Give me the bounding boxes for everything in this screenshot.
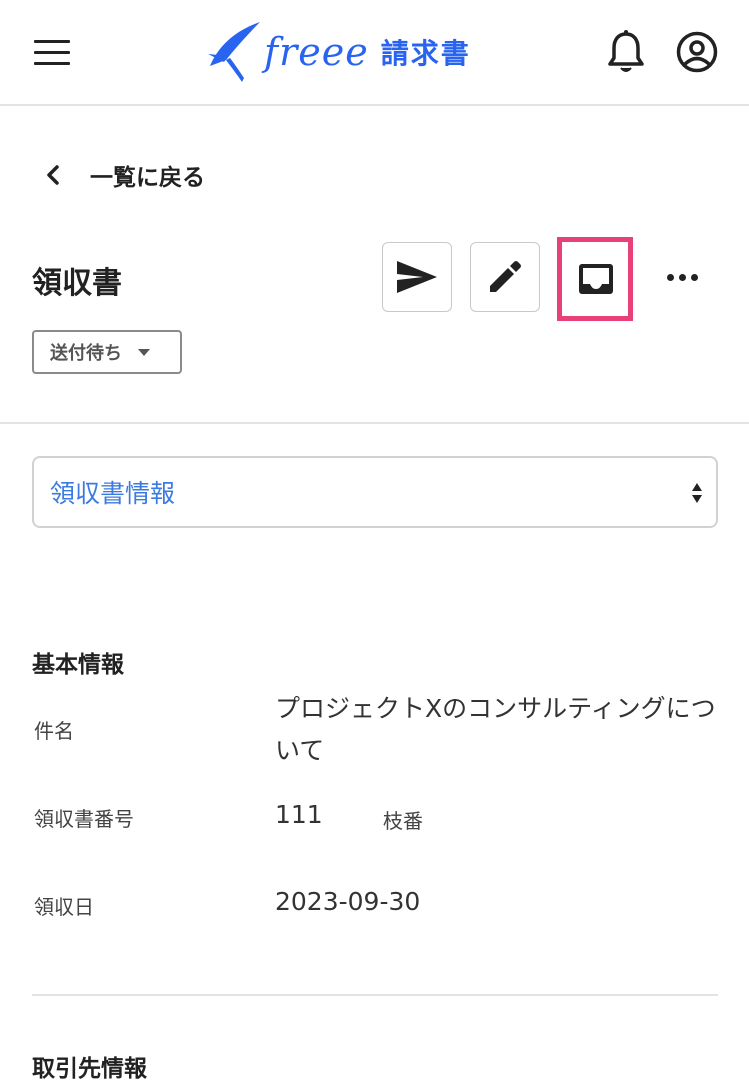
caret-down-icon xyxy=(138,348,150,356)
bell-icon[interactable] xyxy=(606,30,646,74)
back-label: 一覧に戻る xyxy=(90,165,205,191)
hamburger-menu-icon[interactable] xyxy=(34,40,70,66)
status-dropdown[interactable]: 送付待ち xyxy=(32,330,182,374)
section-heading-partner-info: 取引先情報 xyxy=(32,1056,147,1082)
receipt-date-value: 2023-09-30 xyxy=(275,887,421,916)
status-label: 送付待ち xyxy=(50,343,122,364)
page-title: 領収書 xyxy=(32,266,122,301)
back-to-list-link[interactable]: 一覧に戻る xyxy=(46,155,205,195)
section-select[interactable]: 領収書情報 xyxy=(32,456,718,528)
bird-logo-icon xyxy=(208,22,260,82)
subject-value: プロジェクトXのコンサルティングについて xyxy=(275,694,716,765)
highlight-box xyxy=(557,237,633,321)
more-options-icon[interactable] xyxy=(660,262,704,292)
app-logo[interactable]: freee 請求書 xyxy=(206,20,471,84)
sort-arrows-icon xyxy=(692,483,702,503)
send-icon xyxy=(397,261,437,293)
branch-number-label: 枝番 xyxy=(383,809,423,833)
pencil-icon xyxy=(490,261,521,292)
receipt-date-label: 領収日 xyxy=(34,895,94,919)
divider xyxy=(32,994,718,996)
user-account-icon[interactable] xyxy=(676,31,718,73)
send-button[interactable] xyxy=(382,242,452,312)
product-name: 請求書 xyxy=(380,37,471,70)
chevron-left-icon xyxy=(47,165,59,185)
divider xyxy=(0,422,749,424)
receipt-number-label: 領収書番号 xyxy=(34,807,134,831)
receipt-number-value: 111 xyxy=(275,800,323,829)
section-heading-basic-info: 基本情報 xyxy=(32,652,124,678)
section-select-value: 領収書情報 xyxy=(50,479,176,508)
edit-button[interactable] xyxy=(470,242,540,312)
brand-name: freee xyxy=(264,30,369,74)
subject-label: 件名 xyxy=(34,719,74,743)
